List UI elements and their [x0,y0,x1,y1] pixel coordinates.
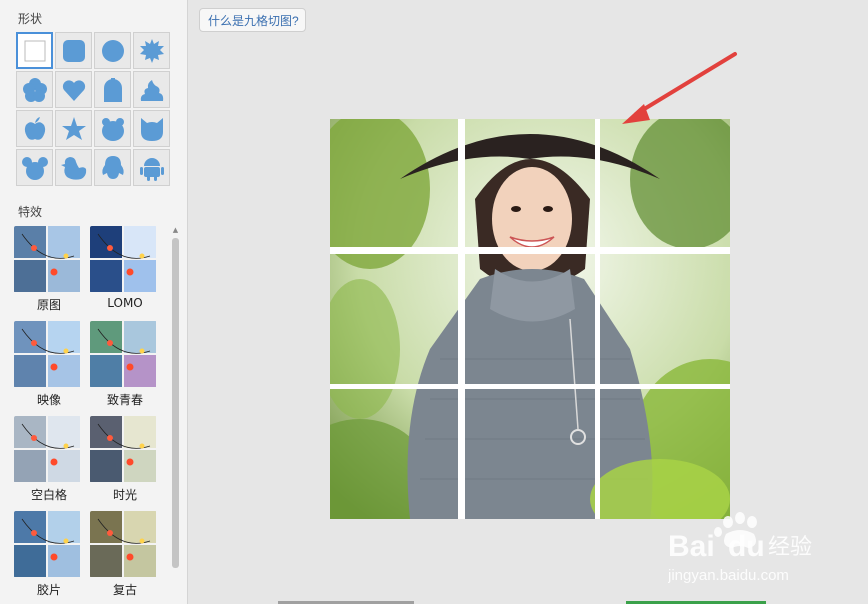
poop-icon [140,79,163,101]
shape-grid [16,32,176,186]
effect-option[interactable]: 胶片 [14,511,84,598]
flower-icon [22,77,47,102]
svg-text:经验: 经验 [768,535,812,560]
shape-option-square[interactable] [16,32,53,69]
shape-option-apple[interactable] [16,110,53,147]
effect-thumbnail [14,321,81,388]
grid-tile [330,119,458,247]
effect-option[interactable]: 空白格 [14,416,84,503]
shape-option-flower[interactable] [16,71,53,108]
effect-thumbnail [90,321,157,388]
tombstone-icon [103,77,122,102]
heart-icon [62,79,85,101]
mouse-icon [21,156,48,180]
square-icon [24,40,45,61]
effect-thumbnail [14,416,81,483]
shape-option-duck[interactable] [55,149,92,186]
effect-label: 致青春 [106,393,143,407]
red-arrow-annotation [622,52,737,124]
grid-tile [465,389,595,519]
effect-label: 映像 [36,393,61,407]
effect-label: LOMO [107,296,143,310]
effect-option[interactable]: 复古 [90,511,160,598]
effect-option[interactable]: 映像 [14,321,84,408]
grid-tile [600,119,730,247]
effect-label: 原图 [36,298,61,312]
effect-label: 胶片 [36,583,61,597]
effect-thumbnail [14,511,81,578]
bear-icon [101,117,124,141]
starburst-icon [139,38,164,63]
grid-tile [600,254,730,384]
shape-option-poop[interactable] [133,71,170,108]
effect-label: 空白格 [30,488,67,502]
effect-label: 时光 [112,488,137,502]
apple-icon [24,116,45,140]
shape-option-cat[interactable] [133,110,170,147]
watermark-url: jingyan.baidu.com [668,567,789,584]
scroll-thumb[interactable] [172,238,179,568]
effect-thumbnail [90,511,157,578]
shape-option-starburst[interactable] [133,32,170,69]
shape-option-rounded-square[interactable] [55,32,92,69]
star-icon [61,116,86,140]
cat-icon [140,117,163,141]
shape-option-heart[interactable] [55,71,92,108]
circle-icon [101,39,124,62]
shape-option-circle[interactable] [94,32,131,69]
duck-icon [60,156,86,180]
baidu-jingyan-watermark: Bai du 经验 jingyan.baidu.com [667,512,828,592]
shape-option-android[interactable] [133,149,170,186]
rounded-square-icon [62,39,85,62]
grid-tile [330,389,458,519]
effects-section-title: 特效 [18,205,43,219]
effect-option[interactable]: 原图 [14,226,84,313]
effect-thumbnail [14,226,81,293]
android-icon [139,157,164,181]
effect-option[interactable]: LOMO [90,226,160,310]
nine-grid-preview [330,119,730,519]
help-button[interactable]: 什么是九格切图? [199,8,306,32]
sidebar: 形状 特效 原图 LOMO 映像 致青春 空白格 时光 胶片 复古 ▲ [0,0,188,604]
grid-tile [330,254,458,384]
penguin-icon [101,155,124,179]
shape-option-star[interactable] [55,110,92,147]
svg-text:du: du [728,530,765,563]
effect-thumbnail [90,416,157,483]
scroll-up-icon[interactable]: ▲ [172,226,179,234]
effects-scrollbar[interactable]: ▲ [172,226,179,604]
shape-option-bear[interactable] [94,110,131,147]
effect-option[interactable]: 致青春 [90,321,160,408]
shape-option-mouse[interactable] [16,149,53,186]
effect-option[interactable]: 时光 [90,416,160,503]
grid-tile [600,389,730,519]
effect-label: 复古 [112,583,137,597]
grid-tile [465,119,595,247]
shape-option-penguin[interactable] [94,149,131,186]
grid-tile [465,254,595,384]
shape-option-tombstone[interactable] [94,71,131,108]
effect-thumbnail [90,226,157,293]
shapes-section-title: 形状 [18,12,43,26]
svg-text:Bai: Bai [668,530,715,563]
